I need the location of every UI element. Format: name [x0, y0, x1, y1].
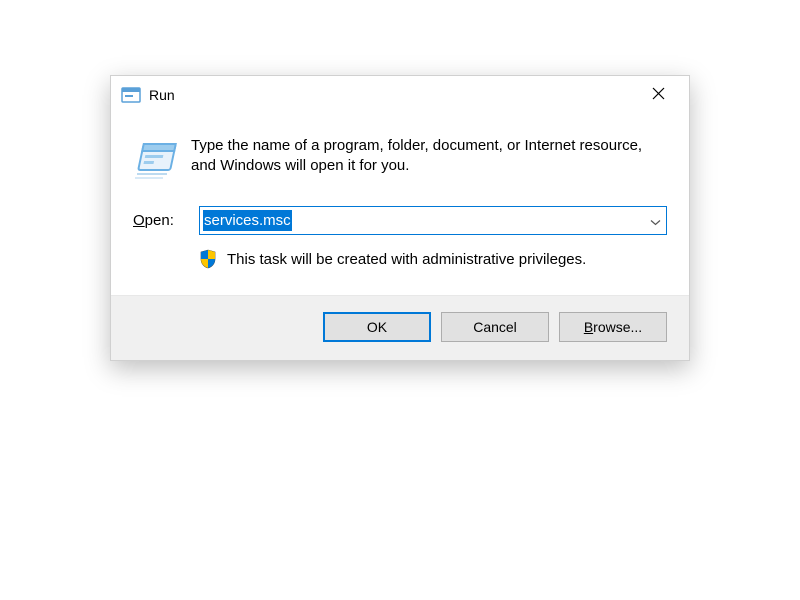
titlebar: Run	[111, 76, 689, 114]
close-button[interactable]	[636, 80, 681, 110]
open-input[interactable]	[199, 206, 667, 235]
admin-notice-text: This task will be created with administr…	[227, 251, 586, 268]
instruction-text: Type the name of a program, folder, docu…	[191, 136, 667, 177]
instruction-row: Type the name of a program, folder, docu…	[133, 136, 667, 182]
open-row: Open: services.msc	[133, 206, 667, 235]
cancel-button[interactable]: Cancel	[441, 312, 549, 342]
browse-button[interactable]: Browse...	[559, 312, 667, 342]
close-icon	[652, 87, 665, 104]
shield-icon	[199, 249, 217, 269]
run-icon	[133, 138, 177, 182]
run-dialog: Run	[110, 75, 690, 361]
admin-notice-row: This task will be created with administr…	[199, 249, 667, 269]
dialog-content: Type the name of a program, folder, docu…	[111, 114, 689, 269]
run-titlebar-icon	[121, 85, 141, 105]
button-bar: OK Cancel Browse...	[111, 295, 689, 360]
open-combobox[interactable]: services.msc	[199, 206, 667, 235]
ok-button[interactable]: OK	[323, 312, 431, 342]
titlebar-title: Run	[149, 87, 636, 103]
open-label: Open:	[133, 212, 185, 229]
